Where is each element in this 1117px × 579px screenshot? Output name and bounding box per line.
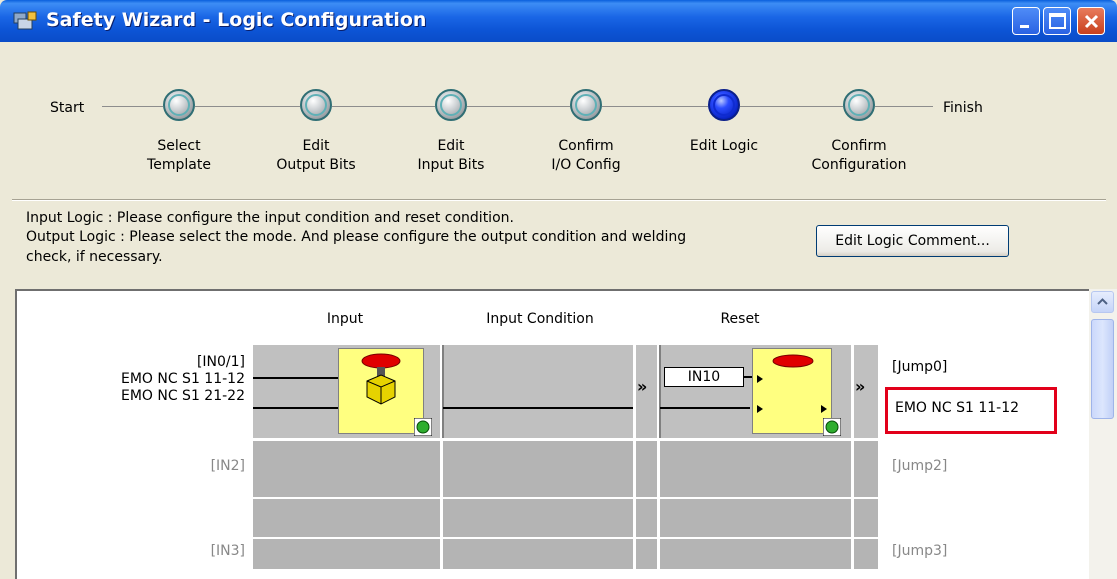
step-edit-input-bits-indicator: [435, 89, 467, 121]
separator: [12, 199, 1106, 201]
maximize-button[interactable]: [1043, 7, 1071, 35]
step-edit-output-bits-indicator: [300, 89, 332, 121]
green-status-icon: [414, 418, 432, 436]
step-connector: [332, 106, 435, 107]
expand-chevron-icon[interactable]: »: [637, 377, 647, 396]
reset-function-block[interactable]: [752, 348, 832, 434]
output-label: EMO NC S1 11-12: [895, 400, 1020, 416]
edit-logic-comment-button[interactable]: Edit Logic Comment...: [816, 225, 1009, 257]
step-confirm-configuration-indicator: [843, 89, 875, 121]
row-divider: [253, 537, 878, 539]
condition-wire: [443, 407, 633, 409]
maximize-icon: [1049, 13, 1066, 29]
reset-wire-top: [744, 376, 752, 378]
step-confirm-configuration: Confirm Configuration: [811, 138, 907, 173]
column-divider: [442, 345, 444, 438]
step-finish-label: Finish: [943, 100, 983, 116]
minimize-button[interactable]: [1012, 7, 1040, 35]
header-input-condition: Input Condition: [486, 311, 594, 327]
rows-2-3-grid: [253, 441, 878, 569]
step-edit-logic: Edit Logic: [689, 138, 759, 154]
close-icon: [1084, 14, 1099, 29]
step-select-template-indicator: [163, 89, 195, 121]
instruction-line-3: check, if necessary.: [26, 249, 163, 265]
column-divider: [659, 345, 661, 438]
scroll-up-icon: [1097, 298, 1108, 305]
step-select-template: Select Template: [147, 138, 211, 173]
step-connector: [875, 106, 933, 107]
jump-2-label: [Jump2]: [892, 458, 948, 474]
input-function-block[interactable]: [338, 348, 424, 434]
expand-chevron-icon[interactable]: »: [855, 377, 865, 396]
input-wire-1: [253, 377, 338, 379]
emergency-stop-icon: [361, 353, 401, 405]
step-start-label: Start: [50, 100, 85, 116]
row-1-input-labels: [IN0/1] EMO NC S1 11-12 EMO NC S1 21-22: [120, 354, 245, 404]
column-divider: [633, 345, 636, 569]
instruction-line-1: Input Logic : Please configure the input…: [26, 210, 514, 226]
row-3-input-label: [IN3]: [210, 543, 245, 559]
step-confirm-io-indicator: [570, 89, 602, 121]
step-connector: [602, 106, 708, 107]
step-connector: [195, 106, 300, 107]
step-edit-output-bits: Edit Output Bits: [276, 138, 356, 173]
instruction-line-2: Output Logic : Please select the mode. A…: [26, 229, 687, 245]
scroll-thumb[interactable]: [1091, 319, 1114, 419]
reset-input-tag[interactable]: IN10: [664, 367, 744, 387]
step-confirm-io-config: Confirm I/O Config: [551, 138, 621, 173]
step-edit-input-bits: Edit Input Bits: [417, 138, 485, 173]
step-connector: [467, 106, 570, 107]
step-edit-logic-indicator: [708, 89, 740, 121]
title-bar: Safety Wizard - Logic Configuration: [0, 0, 1117, 42]
row-divider: [253, 439, 878, 441]
reset-button-icon: [757, 354, 827, 413]
row-2-input-label: [IN2]: [210, 458, 245, 474]
close-button[interactable]: [1077, 7, 1105, 35]
step-connector: [740, 106, 843, 107]
minimize-icon: [1020, 25, 1029, 28]
step-connector: [102, 106, 163, 107]
reset-wire: [660, 407, 750, 409]
header-input: Input: [326, 311, 364, 327]
scroll-up-button[interactable]: [1091, 291, 1114, 313]
column-divider: [851, 345, 854, 569]
green-status-icon: [823, 418, 841, 436]
jump-3-label: [Jump3]: [892, 543, 948, 559]
vertical-scrollbar[interactable]: [1089, 289, 1117, 579]
header-reset: Reset: [720, 311, 760, 327]
row-divider: [253, 497, 878, 499]
jump-0-label: [Jump0]: [892, 359, 948, 375]
window-title: Safety Wizard - Logic Configuration: [46, 9, 427, 31]
input-wire-2: [253, 407, 338, 409]
app-icon: [13, 11, 37, 30]
